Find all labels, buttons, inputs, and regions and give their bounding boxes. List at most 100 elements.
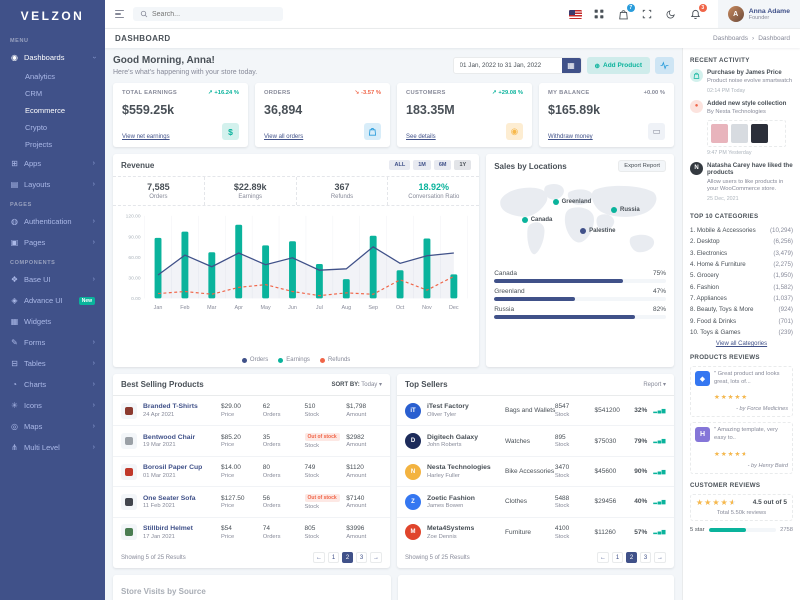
category-row[interactable]: 1. Mobile & Accessories(10,294) xyxy=(690,225,793,236)
map-marker-palestine[interactable]: Palestine xyxy=(580,228,615,234)
seller-row[interactable]: M Meta4SystemsZoe Dennis Furniture 4100S… xyxy=(397,518,674,547)
page-2-button[interactable]: 2 xyxy=(626,552,637,563)
add-product-button[interactable]: ⊕ Add Product xyxy=(587,57,650,74)
revenue-chart: 0.0030.0060.0090.00120.00JanFebMarAprMay… xyxy=(113,206,479,355)
page-1-button[interactable]: 1 xyxy=(328,552,339,563)
review-card[interactable]: ◆ " Great product and looks great, lots … xyxy=(690,366,793,417)
sidebar-item-icons[interactable]: ✳ Icons › xyxy=(0,395,105,416)
date-range-input[interactable] xyxy=(454,62,562,69)
svg-text:May: May xyxy=(261,305,271,311)
next-page-button[interactable]: → xyxy=(370,552,382,563)
product-row[interactable]: Bentwood Chair19 Mar 2021 $85.20Price 35… xyxy=(113,426,390,456)
category-row[interactable]: 5. Grocery(1,950) xyxy=(690,270,793,281)
grid-icon xyxy=(594,9,604,19)
best-selling-panel: Best Selling Products SORT BY: Today ▾ B… xyxy=(113,374,390,568)
category-row[interactable]: 2. Desktop(6,256) xyxy=(690,236,793,247)
sidebar-item-forms[interactable]: ✎ Forms › xyxy=(0,332,105,353)
product-thumbnail xyxy=(121,433,137,449)
map-marker-greenland[interactable]: Greenland xyxy=(553,199,592,205)
sidebar-item-dashboards[interactable]: ◉ Dashboards › xyxy=(0,47,105,68)
sidebar-item-multi-level[interactable]: ⋔ Multi Level › xyxy=(0,437,105,458)
svg-text:Mar: Mar xyxy=(207,305,216,311)
sidebar-item-analytics[interactable]: Analytics xyxy=(0,68,105,85)
web-apps-button[interactable] xyxy=(593,8,606,21)
seller-row[interactable]: Z Zoetic FashionJames Bowen Clothes 5488… xyxy=(397,487,674,517)
product-image[interactable] xyxy=(711,124,728,143)
export-report-button[interactable]: Export Report xyxy=(618,160,666,172)
page-3-button[interactable]: 3 xyxy=(356,552,367,563)
sidebar-item-advance-ui[interactable]: ◈ Advance UI New xyxy=(0,290,105,311)
product-image[interactable] xyxy=(731,124,748,143)
category-row[interactable]: 3. Electronics(3,479) xyxy=(690,247,793,258)
category-row[interactable]: 8. Beauty, Toys & More(924) xyxy=(690,304,793,315)
range-1m-button[interactable]: 1M xyxy=(413,160,431,170)
sidebar-item-crypto[interactable]: Crypto xyxy=(0,119,105,136)
map-marker-russia[interactable]: Russia xyxy=(611,207,640,213)
sidebar-item-ecommerce[interactable]: Ecommerce xyxy=(0,102,105,119)
product-row[interactable]: Stillbird Helmet17 Jan 2021 $54Price 74O… xyxy=(113,518,390,547)
sidebar-item-apps[interactable]: ⊞ Apps › xyxy=(0,153,105,174)
stat-link[interactable]: See details xyxy=(406,134,436,140)
category-row[interactable]: 4. Home & Furniture(2,275) xyxy=(690,259,793,270)
locations-title: Sales by Locations xyxy=(494,162,566,171)
search-input[interactable] xyxy=(152,11,276,18)
review-card[interactable]: H " Amazing template, very easy to.. ★★★… xyxy=(690,422,793,473)
product-image[interactable] xyxy=(751,124,768,143)
fullscreen-button[interactable] xyxy=(641,8,654,21)
product-row[interactable]: Branded T-Shirts24 Apr 2021 $29.00Price … xyxy=(113,396,390,426)
page-2-button[interactable]: 2 xyxy=(342,552,353,563)
breadcrumb: Dashboards › Dashboard xyxy=(713,35,790,42)
seller-row[interactable]: N Nesta TechnologiesHarley Fuller Bike A… xyxy=(397,457,674,487)
svg-text:Jun: Jun xyxy=(288,305,297,311)
activity-button[interactable] xyxy=(655,57,674,74)
page-3-button[interactable]: 3 xyxy=(640,552,651,563)
brand-logo[interactable]: VELZON xyxy=(0,0,105,31)
activity-item[interactable]: ● Added new style collection By Nesta Te… xyxy=(690,100,793,156)
product-row[interactable]: Borosil Paper Cup01 Mar 2021 $14.00Price… xyxy=(113,457,390,487)
category-row[interactable]: 10. Toys & Games(239) xyxy=(690,327,793,338)
activity-item[interactable]: N Natasha Carey have liked the products … xyxy=(690,162,793,202)
sidebar-item-pages[interactable]: ▣ Pages › xyxy=(0,232,105,253)
activity-item[interactable]: Purchase by James Price Product noise ev… xyxy=(690,69,793,94)
sidebar-item-tables[interactable]: ⊟ Tables › xyxy=(0,353,105,374)
sidebar-item-maps[interactable]: ◎ Maps › xyxy=(0,416,105,437)
dark-mode-button[interactable] xyxy=(665,8,678,21)
next-page-button[interactable]: → xyxy=(654,552,666,563)
seller-row[interactable]: iT iTest FactoryOliver Tyler Bags and Wa… xyxy=(397,396,674,426)
sidebar-item-authentication[interactable]: ◍ Authentication › xyxy=(0,211,105,232)
sidebar-item-base-ui[interactable]: ❖ Base UI › xyxy=(0,269,105,290)
sidebar-item-projects[interactable]: Projects xyxy=(0,136,105,153)
view-all-categories-link[interactable]: View all Categories xyxy=(690,341,793,347)
calendar-button[interactable]: ▦ xyxy=(562,57,581,74)
sidebar-item-layouts[interactable]: ▤ Layouts › xyxy=(0,174,105,195)
range-6m-button[interactable]: 6M xyxy=(434,160,452,170)
range-all-button[interactable]: ALL xyxy=(389,160,410,170)
category-row[interactable]: 9. Food & Drinks(701) xyxy=(690,316,793,327)
sidebar-section-components: COMPONENTS xyxy=(0,253,105,269)
user-name: Anna Adame xyxy=(749,8,790,15)
stat-link[interactable]: View all orders xyxy=(264,134,303,140)
category-row[interactable]: 6. Fashion(1,582) xyxy=(690,282,793,293)
user-profile-menu[interactable]: A Anna Adame Founder xyxy=(718,0,800,28)
sidebar-item-crm[interactable]: CRM xyxy=(0,85,105,102)
sidebar-item-charts[interactable]: ◔ Charts › xyxy=(0,374,105,395)
map-marker-canada[interactable]: Canada xyxy=(522,217,553,223)
stat-link[interactable]: View net earnings xyxy=(122,134,170,140)
report-dropdown[interactable]: Report ▾ xyxy=(643,381,666,388)
language-flag-button[interactable] xyxy=(569,8,582,21)
stat-link[interactable]: Withdraw money xyxy=(548,134,593,140)
range-1y-button[interactable]: 1Y xyxy=(454,160,471,170)
prev-page-button[interactable]: ← xyxy=(313,552,325,563)
breadcrumb-parent[interactable]: Dashboards xyxy=(713,35,748,42)
new-badge: New xyxy=(79,297,95,305)
product-row[interactable]: One Seater Sofa11 Feb 2021 $127.50Price … xyxy=(113,487,390,517)
cart-button[interactable]: 7 xyxy=(617,8,630,21)
prev-page-button[interactable]: ← xyxy=(597,552,609,563)
page-1-button[interactable]: 1 xyxy=(612,552,623,563)
notifications-button[interactable]: 3 xyxy=(689,8,702,21)
sidebar-item-widgets[interactable]: ▦ Widgets xyxy=(0,311,105,332)
category-row[interactable]: 7. Appliances(1,037) xyxy=(690,293,793,304)
hamburger-menu-icon[interactable] xyxy=(113,8,126,20)
sort-by-dropdown[interactable]: SORT BY: Today ▾ xyxy=(332,381,383,388)
seller-row[interactable]: D Digitech GalaxyJohn Roberts Watches 89… xyxy=(397,426,674,456)
